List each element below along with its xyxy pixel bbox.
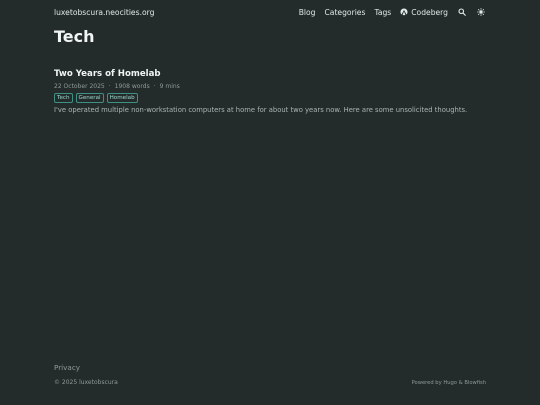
codeberg-icon	[400, 8, 408, 16]
page-title: Tech	[54, 27, 95, 46]
tag-homelab[interactable]: Homelab	[106, 93, 138, 103]
tag-tech[interactable]: Tech	[54, 93, 73, 103]
site-title-link[interactable]: luxetobscura.neocities.org	[54, 8, 154, 17]
article-tags: Tech General Homelab	[54, 93, 486, 103]
article-title-link[interactable]: Two Years of Homelab	[54, 69, 161, 79]
site-header: luxetobscura.neocities.org Blog Categori…	[54, 6, 486, 18]
nav-blog-link[interactable]: Blog	[299, 8, 316, 17]
article-date: 22 October 2025	[54, 83, 105, 90]
meta-separator: ·	[153, 83, 156, 90]
theme-toggle-button[interactable]	[476, 7, 486, 17]
nav-codeberg-link[interactable]: Codeberg	[400, 8, 448, 17]
tag-general[interactable]: General	[75, 93, 104, 103]
main-nav: Blog Categories Tags Codeberg	[299, 7, 486, 17]
article-summary: I've operated multiple non-workstation c…	[54, 106, 468, 114]
sun-icon	[477, 8, 485, 16]
article-meta: 22 October 2025 · 1908 words · 9 mins	[54, 83, 486, 90]
nav-tags-link[interactable]: Tags	[374, 8, 391, 17]
copyright-text: © 2025 luxetobscura	[54, 379, 118, 386]
nav-categories-link[interactable]: Categories	[325, 8, 366, 17]
search-button[interactable]	[457, 7, 467, 17]
page: luxetobscura.neocities.org Blog Categori…	[0, 0, 540, 405]
privacy-link[interactable]: Privacy	[54, 363, 80, 372]
article-card: Two Years of Homelab 22 October 2025 · 1…	[54, 61, 486, 114]
article-word-count: 1908 words	[114, 83, 150, 90]
nav-codeberg-label: Codeberg	[411, 7, 448, 17]
meta-separator: ·	[108, 83, 111, 90]
powered-by-text: Powered by Hugo & Blowfish	[411, 380, 486, 386]
search-icon	[458, 8, 466, 16]
article-read-time: 9 mins	[159, 83, 180, 90]
